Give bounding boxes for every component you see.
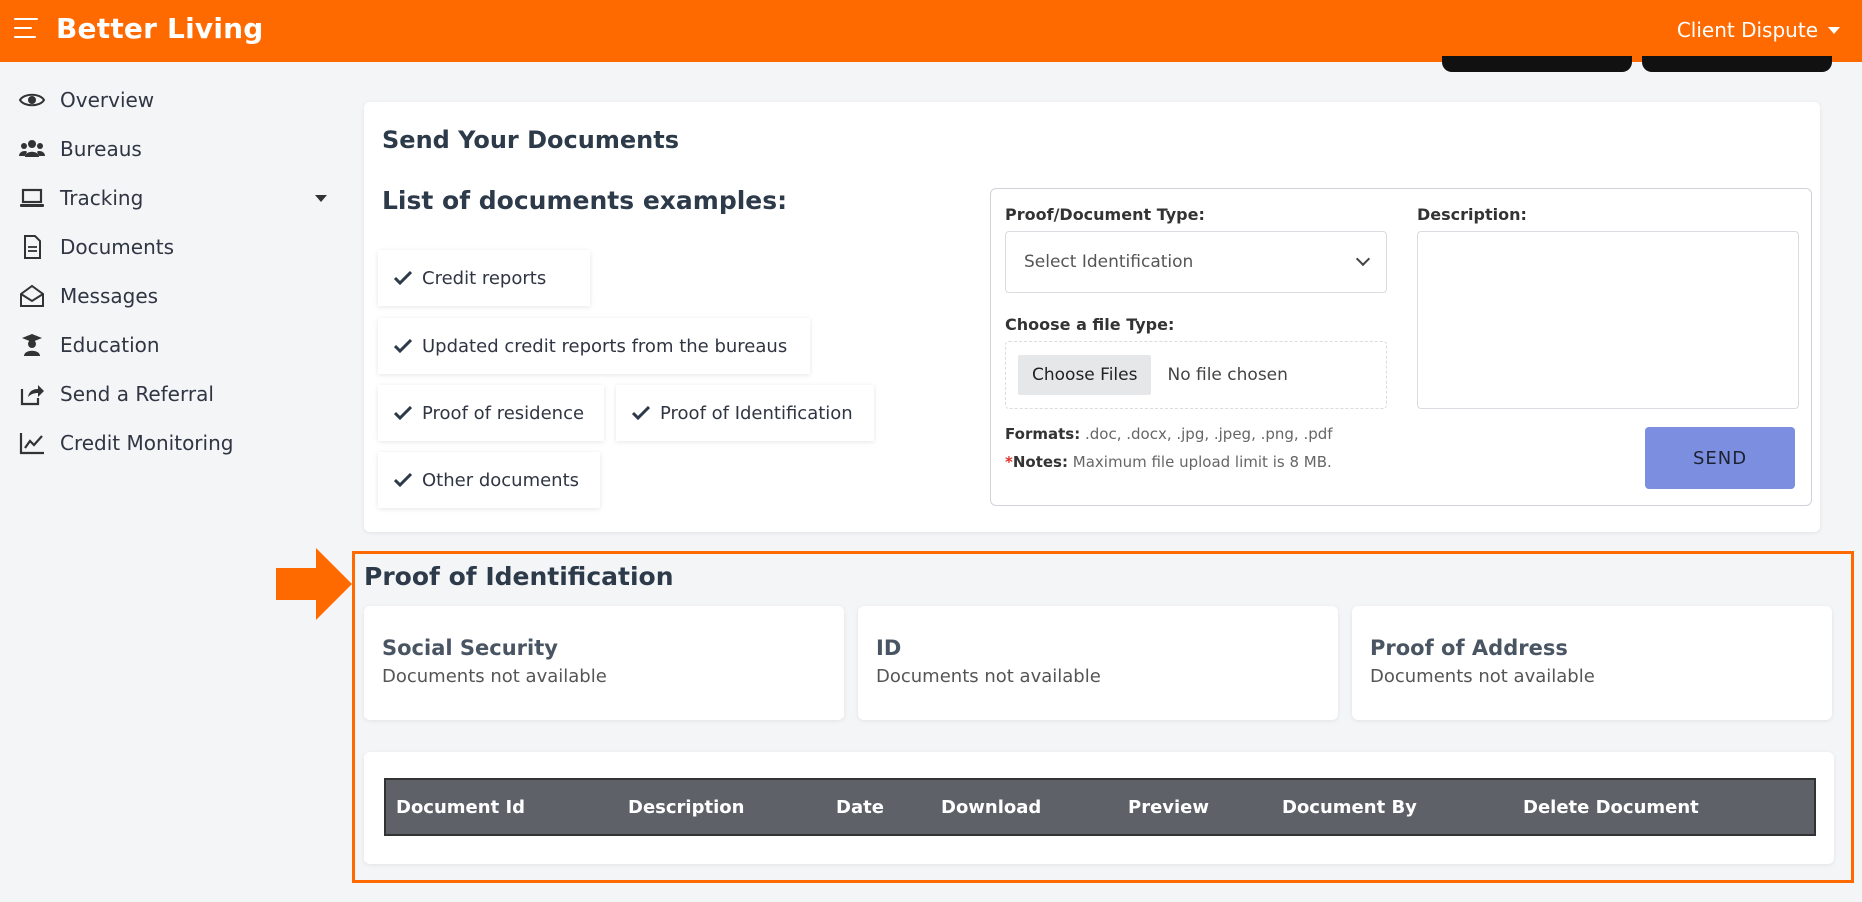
proof-card-social-security: Social Security Documents not available [364, 606, 844, 720]
choose-files-button[interactable]: Choose Files [1018, 355, 1152, 395]
document-type-label: Proof/Document Type: [1005, 205, 1205, 224]
sidebar-item-label: Send a Referral [60, 382, 214, 406]
example-chip: Proof of Identification [616, 385, 874, 441]
example-label: Other documents [422, 469, 580, 491]
example-chip: Proof of residence [378, 385, 604, 441]
file-icon [24, 235, 41, 259]
proof-card-id: ID Documents not available [858, 606, 1338, 720]
check-icon [394, 473, 412, 487]
required-marker: * [1005, 453, 1013, 471]
chevron-down-icon [1355, 251, 1371, 267]
check-icon [394, 339, 412, 353]
sidebar-item-tracking[interactable]: Tracking [18, 176, 333, 220]
sidebar-item-label: Credit Monitoring [60, 431, 234, 455]
sidebar-item-label: Documents [60, 235, 175, 259]
document-type-select[interactable]: Select Identification [1005, 231, 1387, 293]
users-icon [19, 140, 45, 157]
sidebar-item-messages[interactable]: Messages [18, 274, 333, 318]
file-status: No file chosen [1167, 365, 1288, 385]
sidebar-item-credit-monitoring[interactable]: Credit Monitoring [18, 421, 333, 465]
proof-card-status: Documents not available [876, 666, 1101, 687]
notes-label: Notes: [1012, 453, 1068, 471]
graduate-icon [22, 334, 42, 356]
formats-value: .doc, .docx, .jpg, .jpeg, .png, .pdf [1084, 425, 1333, 443]
column-header-document-by[interactable]: Document By [1282, 797, 1417, 818]
description-textarea[interactable] [1417, 231, 1799, 409]
send-documents-card: Send Your Documents List of documents ex… [364, 102, 1820, 532]
laptop-icon [20, 188, 44, 207]
proof-card-status: Documents not available [1370, 666, 1595, 687]
column-header-download[interactable]: Download [941, 797, 1041, 818]
example-label: Proof of Identification [660, 402, 853, 424]
app-title: Better Living [56, 12, 264, 45]
notes-note: *Notes: Maximum file upload limit is 8 M… [1005, 453, 1332, 471]
column-header-description[interactable]: Description [628, 797, 744, 818]
notes-value: Maximum file upload limit is 8 MB. [1072, 453, 1332, 471]
example-label: Proof of residence [422, 402, 585, 424]
proof-card-proof-of-address: Proof of Address Documents not available [1352, 606, 1832, 720]
share-icon [20, 385, 44, 406]
check-icon [394, 406, 412, 420]
formats-label: Formats: [1005, 425, 1081, 443]
column-header-delete-document[interactable]: Delete Document [1523, 797, 1699, 818]
sidebar-item-label: Education [60, 333, 160, 357]
proof-card-title: Social Security [382, 636, 558, 660]
sidebar-item-label: Overview [60, 88, 155, 112]
formats-note: Formats: .doc, .docx, .jpg, .jpeg, .png,… [1005, 425, 1333, 443]
eye-icon [18, 93, 46, 107]
file-input[interactable]: Choose Files No file chosen [1005, 341, 1387, 409]
caret-down-icon[interactable] [315, 194, 327, 202]
proof-section-title: Proof of Identification [364, 562, 674, 591]
sidebar-item-education[interactable]: Education [18, 323, 333, 367]
chart-line-icon [19, 433, 44, 455]
document-type-value: Select Identification [1024, 252, 1194, 272]
top-action-button[interactable] [1642, 56, 1832, 72]
check-icon [394, 271, 412, 285]
sidebar-item-label: Messages [60, 284, 159, 308]
file-type-label: Choose a file Type: [1005, 315, 1175, 334]
user-menu[interactable]: Client Dispute [1677, 18, 1840, 42]
documents-examples-title: List of documents examples: [382, 186, 788, 215]
proof-card-status: Documents not available [382, 666, 607, 687]
example-label: Credit reports [422, 267, 547, 289]
envelope-open-icon [20, 284, 44, 307]
proof-card-title: ID [876, 636, 902, 660]
example-chip: Credit reports [378, 250, 590, 306]
example-chip: Other documents [378, 452, 600, 508]
sidebar-item-label: Tracking [60, 186, 144, 210]
arrow-right-icon [276, 548, 352, 620]
caret-down-icon [1828, 26, 1840, 34]
column-header-document-id[interactable]: Document Id [396, 797, 525, 818]
user-menu-label: Client Dispute [1676, 18, 1818, 42]
description-label: Description: [1417, 205, 1527, 224]
documents-table-card: Document Id Description Date Download Pr… [364, 752, 1834, 864]
top-bar: Better Living Client Dispute [0, 0, 1862, 62]
column-header-date[interactable]: Date [836, 797, 884, 818]
sidebar-item-label: Bureaus [60, 137, 142, 161]
send-documents-title: Send Your Documents [382, 126, 679, 154]
proof-card-title: Proof of Address [1370, 636, 1568, 660]
sidebar-item-send-referral[interactable]: Send a Referral [18, 372, 333, 416]
sidebar-item-overview[interactable]: Overview [18, 78, 333, 122]
hamburger-menu-icon[interactable] [14, 18, 38, 38]
check-icon [632, 406, 650, 420]
example-chip: Updated credit reports from the bureaus [378, 318, 810, 374]
example-label: Updated credit reports from the bureaus [422, 335, 788, 357]
top-action-button[interactable] [1442, 56, 1632, 72]
sidebar-item-documents[interactable]: Documents [18, 225, 333, 269]
send-button[interactable]: SEND [1645, 427, 1795, 489]
upload-form: Proof/Document Type: Select Identificati… [990, 188, 1812, 506]
column-header-preview[interactable]: Preview [1128, 797, 1209, 818]
sidebar: Overview Bureaus Tracking Documents Mess… [0, 62, 340, 902]
documents-table-header: Document Id Description Date Download Pr… [384, 778, 1816, 836]
sidebar-item-bureaus[interactable]: Bureaus [18, 127, 333, 171]
